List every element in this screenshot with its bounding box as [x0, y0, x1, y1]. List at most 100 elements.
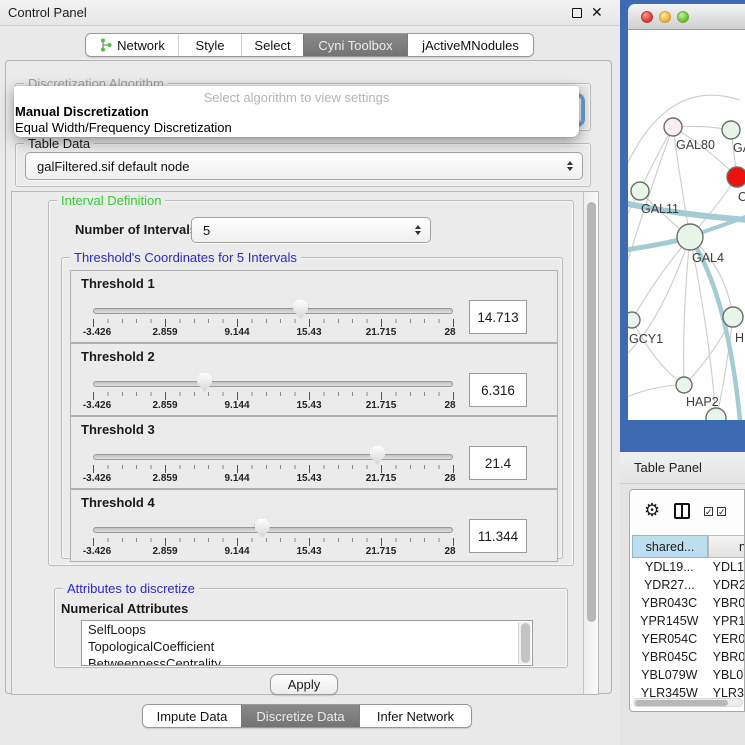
table-row[interactable]: YER054CYER0 [632, 630, 745, 648]
interval-definition-label: Interval Definition [57, 193, 165, 208]
zoom-traffic-light-icon[interactable] [677, 11, 689, 23]
tick-label: 2.859 [135, 400, 195, 411]
gear-icon[interactable]: ⚙ [644, 501, 660, 519]
node-gal80 [664, 118, 682, 136]
float-icon[interactable] [572, 8, 582, 18]
checkbox-icon[interactable]: ✓ [704, 507, 713, 516]
table-row[interactable]: YPR145WYPR1 [632, 612, 745, 630]
threshold-2-slider[interactable] [93, 381, 453, 387]
thresholds-group-label: Threshold's Coordinates for 5 Intervals [70, 250, 301, 265]
threshold-panel-3: Threshold 3 -3.426 2.859 9.144 15.43 21.… [70, 416, 558, 489]
node-bottom [706, 408, 726, 420]
tick-label: 2.859 [135, 546, 195, 557]
tab-style[interactable]: Style [178, 34, 241, 56]
slider-thumb[interactable] [370, 446, 385, 465]
close-icon[interactable]: ✕ [591, 4, 603, 21]
tick-marks [93, 392, 454, 400]
column-header-name[interactable]: na [708, 535, 745, 558]
table-panel-window: ⚙ ✓ ✓ shared... na YDL19...YDL1 YDR27...… [629, 489, 745, 712]
numerical-attributes-list[interactable]: SelfLoops TopologicalCoefficient Between… [81, 620, 533, 666]
node-gal4 [677, 224, 703, 250]
threshold-3-value-field[interactable]: 21.4 [469, 446, 527, 480]
threshold-4-slider[interactable] [93, 527, 453, 533]
tab-cyni-toolbox[interactable]: Cyni Toolbox [303, 34, 407, 56]
tick-label: 9.144 [207, 400, 267, 411]
tick-marks [93, 538, 454, 546]
combo-stepper-icon [567, 161, 573, 171]
tick-label: -3.426 [67, 327, 127, 338]
popup-item-manual-discretization[interactable]: Manual Discretization [15, 104, 149, 119]
node-label-gal4: GAL4 [692, 251, 724, 265]
combo-stepper-icon [415, 225, 421, 235]
apply-button[interactable]: Apply [270, 674, 338, 695]
node-gcy1 [628, 312, 640, 328]
minimize-traffic-light-icon[interactable] [659, 11, 671, 23]
slider-thumb[interactable] [197, 373, 212, 392]
cyni-content-panel: Discretization Algorithm Table Data galF… [5, 60, 612, 694]
node-right [723, 307, 743, 327]
slider-thumb[interactable] [255, 519, 270, 538]
tick-label: 21.715 [351, 400, 411, 411]
table-panel-bar: Table Panel [620, 452, 745, 484]
num-intervals-combo[interactable]: 5 [191, 217, 431, 243]
tick-label: 2.859 [135, 473, 195, 484]
tab-jactivemnodules[interactable]: jActiveMNodules [407, 34, 533, 56]
tab-impute-data[interactable]: Impute Data [143, 705, 241, 727]
list-scrollbar[interactable] [518, 622, 531, 664]
threshold-3-slider[interactable] [93, 454, 453, 460]
slider-thumb[interactable] [293, 300, 308, 319]
threshold-4-value-field[interactable]: 11.344 [469, 519, 527, 553]
table-row[interactable]: YLR345WYLR3 [632, 684, 745, 699]
table-panel-title: Table Panel [634, 460, 702, 475]
tick-label: 21.715 [351, 546, 411, 557]
close-traffic-light-icon[interactable] [641, 11, 653, 23]
threshold-panel-1: Threshold 1 -3.426 2.859 9.144 15.43 21.… [70, 270, 558, 343]
algorithm-dropdown-popup: Select algorithm to view settings Manual… [14, 86, 579, 137]
threshold-1-value-field[interactable]: 14.713 [469, 300, 527, 334]
table-row[interactable]: YBR043CYBR0 [632, 594, 745, 612]
tab-infer-network[interactable]: Infer Network [359, 705, 471, 727]
table-row[interactable]: YDL19...YDL1 [632, 558, 745, 576]
table-row[interactable]: YDR27...YDR2 [632, 576, 745, 594]
table-data-combo[interactable]: galFiltered.sif default node [25, 152, 583, 180]
threshold-2-value-field[interactable]: 6.316 [469, 373, 527, 407]
vertical-scrollbar[interactable] [583, 192, 598, 694]
control-panel-titlebar: Control Panel ✕ [0, 0, 620, 26]
node-label-partial-mid: C [738, 190, 745, 204]
attributes-group: Attributes to discretize Numerical Attri… [54, 588, 568, 668]
network-view-window: GAL80 GA C GAL11 GAL4 GCY1 H HAP2 [620, 0, 745, 452]
scrollbar-thumb[interactable] [587, 202, 596, 622]
scrollbar-thumb[interactable] [635, 700, 728, 706]
threshold-panel-4: Threshold 4 -3.426 2.859 9.144 15.43 21.… [70, 489, 558, 562]
network-window-titlebar[interactable] [628, 4, 745, 30]
popup-item-equal-width-frequency[interactable]: Equal Width/Frequency Discretization [15, 120, 232, 135]
list-item[interactable]: TopologicalCoefficient [82, 638, 532, 655]
tab-network-label: Network [117, 38, 165, 53]
tab-discretize-data[interactable]: Discretize Data [241, 705, 359, 727]
list-item[interactable]: BetweennessCentrality [82, 655, 532, 666]
panel-title: Control Panel [8, 5, 87, 20]
horizontal-scrollbar[interactable] [633, 698, 743, 707]
tick-label: -3.426 [67, 473, 127, 484]
node-label-gal80: GAL80 [676, 138, 715, 152]
popup-prompt: Select algorithm to view settings [14, 90, 579, 105]
table-row[interactable]: YBL079WYBL0 [632, 666, 745, 684]
numerical-attributes-label: Numerical Attributes [61, 601, 188, 616]
list-item[interactable]: SelfLoops [82, 621, 532, 638]
tick-label: 21.715 [351, 327, 411, 338]
threshold-1-slider[interactable] [93, 308, 453, 314]
attributes-group-label: Attributes to discretize [63, 581, 199, 596]
tab-network[interactable]: Network [86, 34, 178, 56]
tab-select[interactable]: Select [241, 34, 303, 56]
settings-scrollpane: Interval Definition Number of Intervals … [11, 191, 599, 695]
table-row[interactable]: YBR045CYBR0 [632, 648, 745, 666]
tick-label: 9.144 [207, 473, 267, 484]
column-header-shared[interactable]: shared... [632, 535, 708, 558]
network-canvas[interactable]: GAL80 GA C GAL11 GAL4 GCY1 H HAP2 [628, 30, 745, 420]
checkbox-icon[interactable]: ✓ [717, 507, 726, 516]
tick-label: 15.43 [279, 546, 339, 557]
num-intervals-label: Number of Intervals [75, 222, 197, 237]
split-columns-icon[interactable] [674, 503, 690, 519]
table-rows: YDL19...YDL1 YDR27...YDR2 YBR043CYBR0 YP… [632, 558, 745, 699]
node-label-gal11: GAL11 [641, 202, 679, 216]
